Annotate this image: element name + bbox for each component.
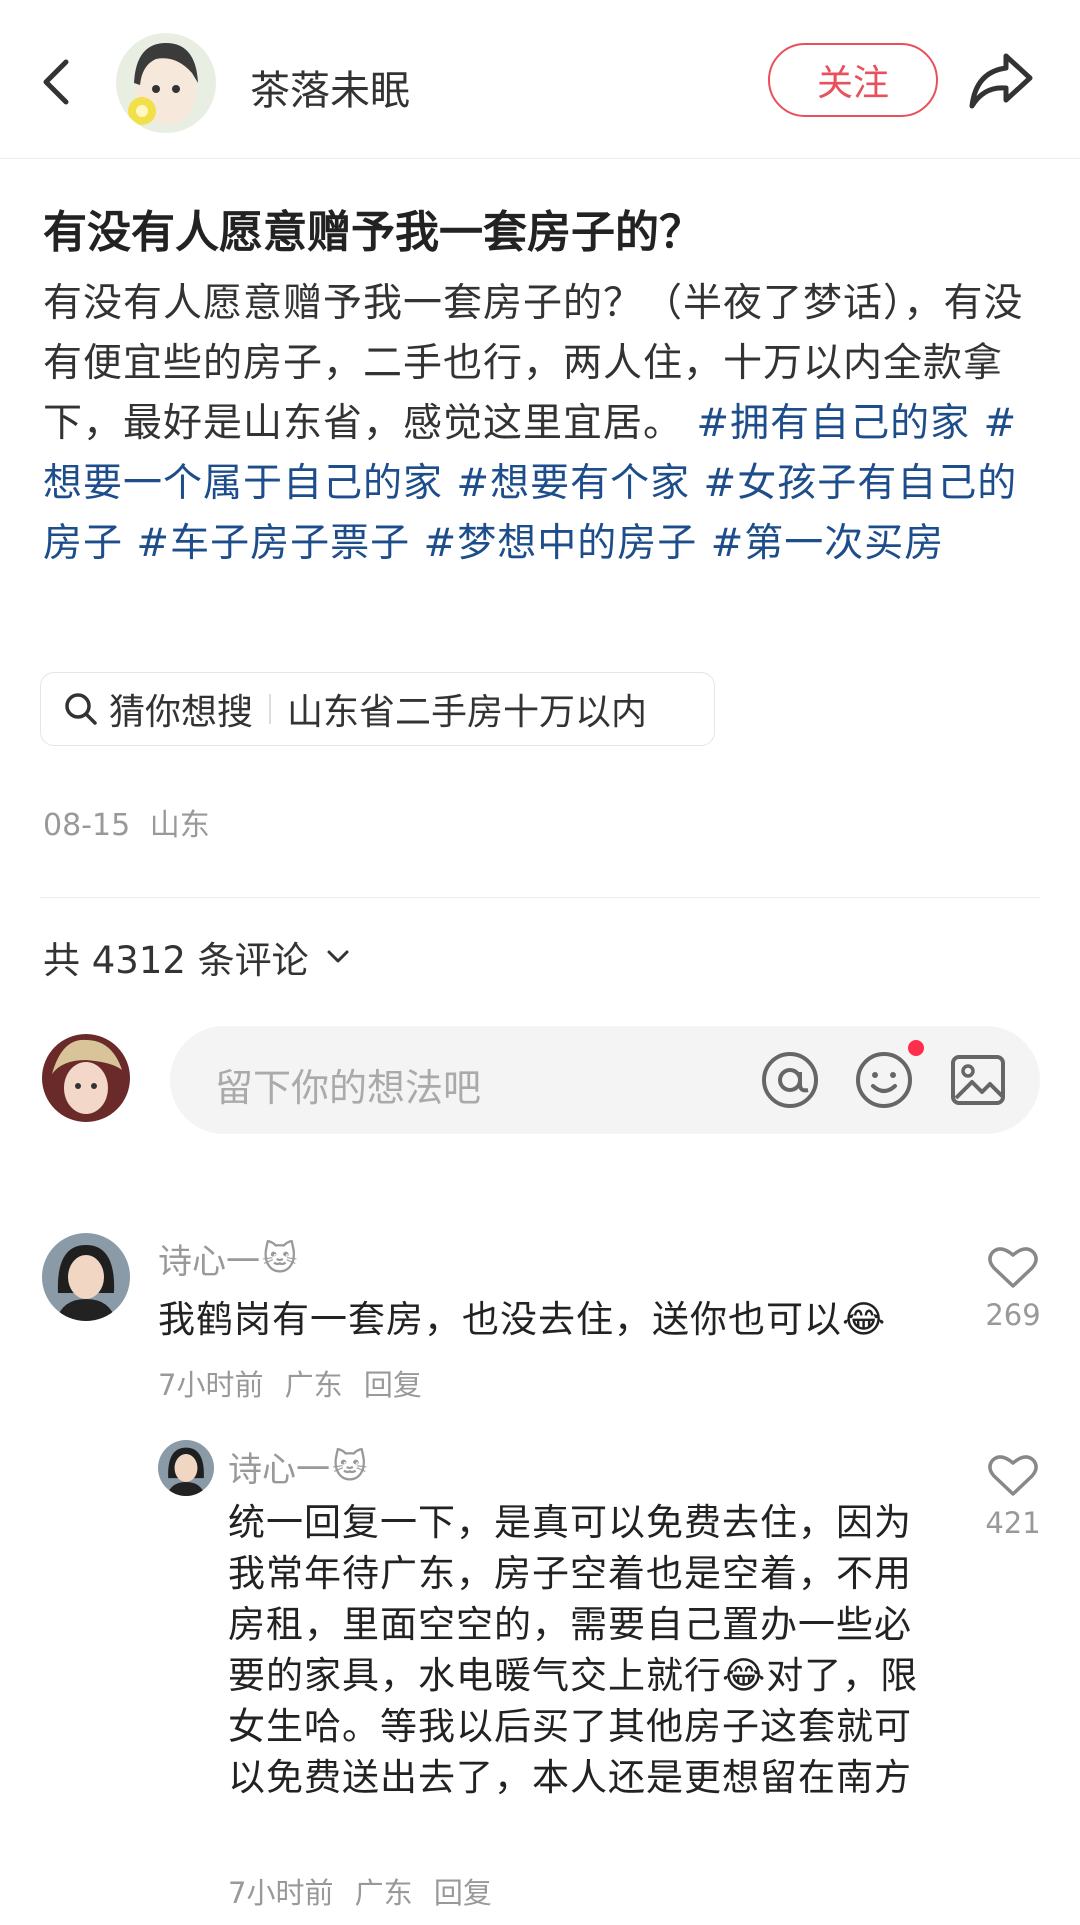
- back-button[interactable]: [36, 52, 76, 112]
- share-button[interactable]: [966, 48, 1036, 114]
- post-location: 山东: [149, 808, 210, 843]
- comment-meta: 7小时前 广东 回复: [228, 1870, 504, 1912]
- post-meta: 08-15 山东: [43, 800, 210, 844]
- hashtag[interactable]: #拥有自己的家: [696, 401, 970, 446]
- comment-author[interactable]: 诗心一 🐱: [228, 1442, 367, 1491]
- commenter-avatar[interactable]: [42, 1233, 130, 1321]
- divider: [40, 897, 1040, 898]
- post-body: 有没有人愿意赠予我一套房子的？（半夜了梦话），有没有便宜些的房子，二手也行，两人…: [43, 274, 1043, 574]
- author-avatar[interactable]: [116, 33, 216, 133]
- comment-input-placeholder: 留下你的想法吧: [215, 1066, 482, 1110]
- comment-count: 共 4312 条评论: [43, 939, 309, 982]
- current-user-avatar: [42, 1034, 130, 1122]
- hashtag[interactable]: #想要有个家: [456, 461, 690, 506]
- search-icon: [65, 693, 97, 725]
- post-title: 有没有人愿意赠予我一套房子的？: [43, 207, 703, 258]
- image-button[interactable]: [948, 1050, 1008, 1114]
- suggested-search-chip[interactable]: 猜你想搜 山东省二手房十万以内: [40, 672, 715, 746]
- smiley-icon: [856, 1052, 912, 1108]
- search-prefix: 猜你想搜: [109, 692, 254, 733]
- commenter-avatar[interactable]: [158, 1440, 214, 1496]
- comment-text[interactable]: 统一回复一下，是真可以免费去住，因为我常年待广东，房子空着也是空着，不用房租，里…: [228, 1497, 938, 1803]
- hashtag[interactable]: #第一次买房: [711, 521, 945, 566]
- chevron-down-icon: [327, 950, 349, 963]
- comment-time: 7小时前: [158, 1368, 264, 1402]
- cat-emoji: 🐱: [332, 1446, 368, 1487]
- post-date: 08-15: [43, 808, 131, 843]
- reply-button[interactable]: 回复: [364, 1368, 422, 1402]
- like-button[interactable]: 421: [978, 1452, 1048, 1540]
- cat-emoji: 🐱: [262, 1238, 298, 1279]
- emoji-button[interactable]: [854, 1050, 914, 1114]
- comment-location: 广东: [354, 1876, 413, 1910]
- like-count: 269: [985, 1298, 1041, 1332]
- comment-location: 广东: [284, 1368, 343, 1402]
- author-name[interactable]: 茶落未眠: [250, 58, 410, 116]
- heart-icon: [988, 1247, 1038, 1288]
- comment-time: 7小时前: [228, 1876, 334, 1910]
- image-icon: [951, 1055, 1005, 1105]
- chip-divider: [269, 694, 272, 724]
- like-button[interactable]: 269: [978, 1244, 1048, 1332]
- share-icon: [969, 53, 1033, 109]
- comment-text[interactable]: 我鹤岗有一套房，也没去住，送你也可以😂: [158, 1294, 938, 1345]
- comment-count-sort[interactable]: 共 4312 条评论: [43, 930, 351, 984]
- search-suggestion: 山东省二手房十万以内: [287, 692, 648, 733]
- crying-emoji: 😂: [842, 1298, 887, 1341]
- crying-emoji: 😂: [722, 1654, 767, 1697]
- like-count: 421: [985, 1506, 1041, 1540]
- heart-icon: [988, 1455, 1038, 1496]
- follow-button[interactable]: 关注: [768, 43, 938, 117]
- reply-button[interactable]: 回复: [434, 1876, 492, 1910]
- mention-button[interactable]: [760, 1050, 820, 1114]
- hashtag[interactable]: #车子房子票子: [136, 521, 410, 566]
- chevron-left-icon: [43, 59, 69, 105]
- notification-dot: [908, 1040, 924, 1056]
- comment-author[interactable]: 诗心一 🐱: [158, 1234, 297, 1283]
- comment-author-name: 诗心一: [158, 1242, 260, 1282]
- at-icon: [762, 1052, 818, 1108]
- comment-text-content: 我鹤岗有一套房，也没去住，送你也可以: [158, 1298, 842, 1341]
- comment-meta: 7小时前 广东 回复: [158, 1362, 434, 1404]
- comment-author-name: 诗心一: [228, 1450, 330, 1490]
- hashtag[interactable]: #梦想中的房子: [424, 521, 698, 566]
